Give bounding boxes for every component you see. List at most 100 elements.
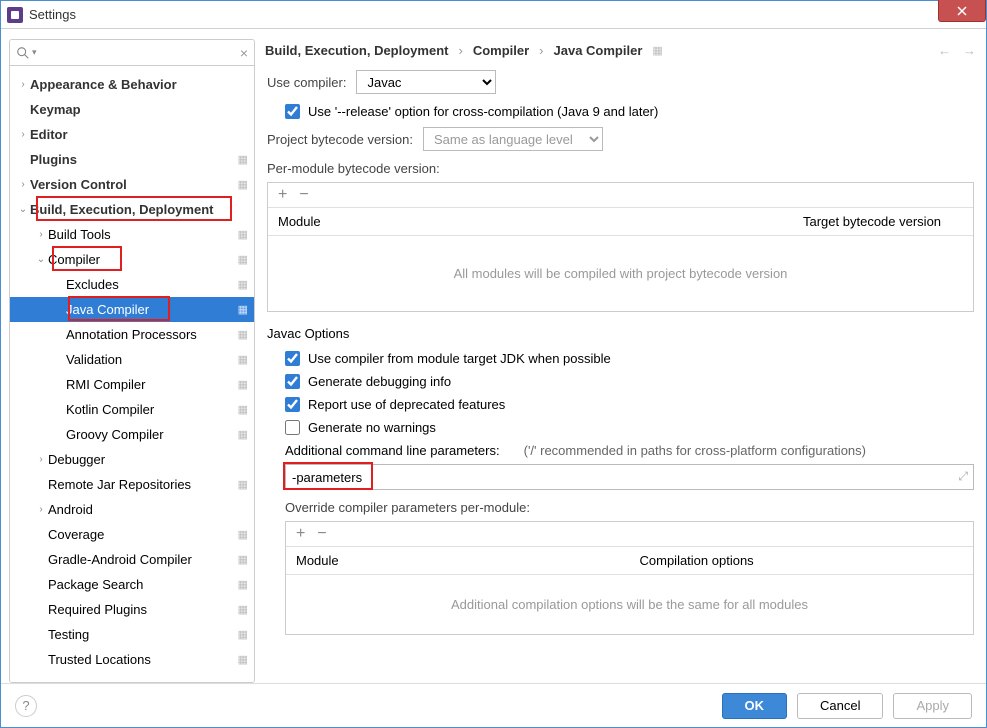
breadcrumb: Build, Execution, Deployment › Compiler …	[263, 39, 978, 70]
sidebar-item-kotlin-compiler[interactable]: Kotlin Compiler▦	[10, 397, 254, 422]
gear-icon: ▦	[238, 253, 248, 266]
project-bytecode-select[interactable]: Same as language level	[423, 127, 603, 151]
cancel-button[interactable]: Cancel	[797, 693, 883, 719]
table2-col-options: Compilation options	[630, 547, 974, 574]
sidebar-item-excludes[interactable]: Excludes▦	[10, 272, 254, 297]
sidebar-item-label: Java Compiler	[66, 302, 234, 317]
app-icon	[7, 7, 23, 23]
close-button[interactable]	[938, 0, 986, 22]
chevron-icon: ⌄	[16, 204, 30, 215]
sidebar-item-label: Groovy Compiler	[66, 427, 234, 442]
sidebar-item-testing[interactable]: Testing▦	[10, 622, 254, 647]
search-filter-icon[interactable]: ▾	[32, 47, 37, 58]
sidebar-item-plugins[interactable]: Plugins▦	[10, 147, 254, 172]
opt-debug-label: Generate debugging info	[308, 374, 451, 389]
sidebar-item-java-compiler[interactable]: Java Compiler ▦	[10, 297, 254, 322]
add-row-icon[interactable]: +	[296, 526, 305, 542]
ok-button[interactable]: OK	[722, 693, 788, 719]
table2-empty: Additional compilation options will be t…	[286, 575, 973, 634]
gear-icon: ▦	[238, 178, 248, 191]
table1-empty: All modules will be compiled with projec…	[268, 236, 973, 311]
settings-tree[interactable]: ›Appearance & BehaviorKeymap›EditorPlugi…	[10, 66, 254, 682]
gear-icon: ▦	[238, 353, 248, 366]
sidebar-item-validation[interactable]: Validation▦	[10, 347, 254, 372]
breadcrumb-2: Compiler	[473, 43, 529, 58]
sidebar-item-label: Debugger	[48, 452, 248, 467]
sidebar-item-trusted-locations[interactable]: Trusted Locations ▦	[10, 647, 254, 672]
sidebar-item-label: Coverage	[48, 527, 234, 542]
opt-nowarn-label: Generate no warnings	[308, 420, 436, 435]
remove-row-icon[interactable]: −	[299, 187, 308, 203]
sidebar-item-build-tools[interactable]: ›Build Tools ▦	[10, 222, 254, 247]
override-table: + − Module Compilation options Additiona…	[285, 521, 974, 635]
sidebar-item-build-execution-deployment[interactable]: ⌄Build, Execution, Deployment	[10, 197, 254, 222]
forward-icon[interactable]: →	[963, 43, 976, 58]
per-module-table: + − Module Target bytecode version All m…	[267, 182, 974, 312]
opt-module-jdk-checkbox[interactable]	[285, 351, 300, 366]
gear-icon: ▦	[238, 228, 248, 241]
sidebar-item-label: Android	[48, 502, 248, 517]
clear-search-icon[interactable]: ×	[240, 45, 248, 61]
content: ▾ × ›Appearance & BehaviorKeymap›EditorP…	[1, 29, 986, 683]
addl-params-label: Additional command line parameters:	[285, 443, 500, 458]
sidebar-item-compiler[interactable]: ⌄Compiler▦	[10, 247, 254, 272]
breadcrumb-3: Java Compiler	[554, 43, 643, 58]
sidebar-item-debugger[interactable]: ›Debugger	[10, 447, 254, 472]
sidebar-item-label: Build, Execution, Deployment	[30, 202, 248, 217]
sidebar-item-annotation-processors[interactable]: Annotation Processors▦	[10, 322, 254, 347]
gear-icon: ▦	[238, 553, 248, 566]
apply-button[interactable]: Apply	[893, 693, 972, 719]
remove-row-icon[interactable]: −	[317, 526, 326, 542]
table1-col-target: Target bytecode version	[793, 208, 973, 235]
add-row-icon[interactable]: +	[278, 187, 287, 203]
sidebar-item-rmi-compiler[interactable]: RMI Compiler▦	[10, 372, 254, 397]
table1-col-module: Module	[268, 208, 793, 235]
gear-icon: ▦	[238, 153, 248, 166]
sidebar-item-label: Appearance & Behavior	[30, 77, 248, 92]
opt-deprecated-checkbox[interactable]	[285, 397, 300, 412]
sidebar-item-label: Build Tools	[48, 227, 234, 242]
nav-arrows: ← →	[938, 43, 976, 58]
main-panel: Build, Execution, Deployment › Compiler …	[263, 39, 978, 683]
gear-icon: ▦	[238, 628, 248, 641]
sidebar-item-appearance-behavior[interactable]: ›Appearance & Behavior	[10, 72, 254, 97]
gear-icon: ▦	[238, 603, 248, 616]
search-input[interactable]	[43, 45, 240, 60]
opt-debug-checkbox[interactable]	[285, 374, 300, 389]
sidebar-item-package-search[interactable]: Package Search▦	[10, 572, 254, 597]
sidebar-item-label: Editor	[30, 127, 248, 142]
expand-icon[interactable]: ⤢	[958, 469, 968, 484]
release-option-checkbox[interactable]	[285, 104, 300, 119]
footer: ? OK Cancel Apply	[1, 683, 986, 727]
sidebar-item-gradle-android-compiler[interactable]: Gradle-Android Compiler ▦	[10, 547, 254, 572]
sidebar-item-android[interactable]: ›Android	[10, 497, 254, 522]
sidebar-item-label: Keymap	[30, 102, 248, 117]
gear-icon: ▦	[238, 653, 248, 666]
gear-icon: ▦	[238, 303, 248, 316]
sidebar-item-remote-jar-repositories[interactable]: Remote Jar Repositories▦	[10, 472, 254, 497]
sidebar-item-version-control[interactable]: ›Version Control▦	[10, 172, 254, 197]
gear-icon: ▦	[652, 44, 662, 57]
back-icon[interactable]: ←	[938, 43, 951, 58]
sidebar-item-keymap[interactable]: Keymap	[10, 97, 254, 122]
sidebar-item-label: Package Search	[48, 577, 234, 592]
gear-icon: ▦	[238, 328, 248, 341]
form-area: Use compiler: Javac Use '--release' opti…	[263, 70, 978, 683]
chevron-icon: ›	[34, 229, 48, 240]
chevron-icon: ⌄	[34, 254, 48, 265]
sidebar-item-coverage[interactable]: Coverage▦	[10, 522, 254, 547]
sidebar-item-editor[interactable]: ›Editor	[10, 122, 254, 147]
gear-icon: ▦	[238, 378, 248, 391]
sidebar-item-required-plugins[interactable]: Required Plugins▦	[10, 597, 254, 622]
sidebar-item-groovy-compiler[interactable]: Groovy Compiler ▦	[10, 422, 254, 447]
gear-icon: ▦	[238, 428, 248, 441]
addl-params-input[interactable]	[285, 464, 974, 490]
search-icon	[16, 46, 30, 60]
sidebar-item-label: Gradle-Android Compiler	[48, 552, 234, 567]
opt-nowarn-checkbox[interactable]	[285, 420, 300, 435]
addl-params-hint: ('/' recommended in paths for cross-plat…	[524, 443, 866, 458]
help-button[interactable]: ?	[15, 695, 37, 717]
gear-icon: ▦	[238, 478, 248, 491]
use-compiler-select[interactable]: Javac	[356, 70, 496, 94]
sidebar-item-label: Trusted Locations	[48, 652, 234, 667]
